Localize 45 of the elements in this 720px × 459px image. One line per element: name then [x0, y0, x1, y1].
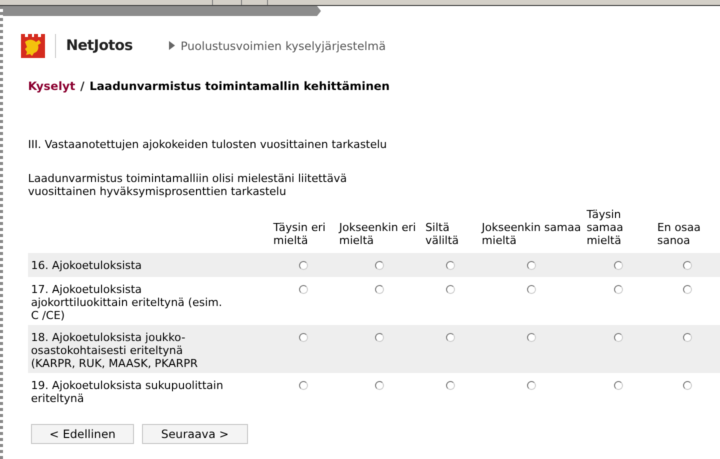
section-title: III. Vastaanotettujen ajokokeiden tulosten vuosittainen tarkastelu — [27, 138, 388, 151]
column-header: Jokseenkin samaa mieltä — [482, 221, 581, 247]
radio-button[interactable] — [374, 381, 384, 390]
breadcrumb-separator: / — [80, 79, 84, 93]
question-text: Laadunvarmistus toimintamalliin olisi mielestäni liitettävä vuosittainen hyväksymisprosenttien tarkastelu — [27, 172, 348, 198]
radio-button[interactable] — [298, 381, 308, 390]
column-header: Täysin samaa mieltä — [586, 208, 624, 247]
nav-button[interactable]: Seuraava > — [142, 424, 248, 444]
radio-button[interactable] — [446, 285, 456, 294]
radio-button[interactable] — [526, 285, 536, 294]
radio-button[interactable] — [526, 333, 536, 342]
column-header: En osaa sanoa — [657, 221, 701, 247]
column-header: Täysin eri mieltä — [273, 221, 326, 247]
radio-button[interactable] — [446, 333, 456, 342]
radio-button[interactable] — [614, 333, 624, 342]
breadcrumb-link[interactable]: Kyselyt — [28, 79, 76, 93]
radio-button[interactable] — [682, 381, 692, 390]
radio-button[interactable] — [614, 261, 624, 270]
statement-text: 18. Ajokoetuloksista joukko-osastokohtaisesti eriteltynä (KARPR, RUK, MAASK, PKARPR — [31, 331, 198, 370]
radio-button[interactable] — [298, 285, 308, 294]
radio-button[interactable] — [374, 333, 384, 342]
statement-text: 19. Ajokoetuloksista sukupuolittain eriteltynä — [31, 379, 224, 405]
radio-button[interactable] — [614, 381, 624, 390]
nav-button[interactable]: < Edellinen — [31, 424, 134, 444]
radio-button[interactable] — [374, 285, 384, 294]
radio-button[interactable] — [298, 261, 308, 270]
radio-button[interactable] — [682, 333, 692, 342]
statement-text: 17. Ajokoetuloksista ajokorttiluokittain eriteltynä (esim. C /CE) — [31, 283, 222, 322]
column-header: Jokseenkin eri mieltä — [339, 221, 416, 247]
lion-emblem-icon — [20, 34, 46, 58]
radio-button[interactable] — [682, 261, 692, 270]
radio-button[interactable] — [526, 381, 536, 390]
brand-name: NetJotos — [66, 38, 133, 54]
system-name: Puolustusvoimien kyselyjärjestelmä — [180, 38, 386, 52]
radio-button[interactable] — [614, 285, 624, 294]
radio-button[interactable] — [682, 285, 692, 294]
radio-button[interactable] — [446, 261, 456, 270]
triangle-icon — [168, 41, 175, 50]
page-title: Laadunvarmistus toimintamallin kehittäminen — [89, 79, 390, 93]
radio-button[interactable] — [446, 381, 456, 390]
column-header: Siltä väliltä — [425, 221, 459, 247]
radio-button[interactable] — [526, 261, 536, 270]
radio-button[interactable] — [298, 333, 308, 342]
statement-text: 16. Ajokoetuloksista — [31, 259, 142, 272]
radio-button[interactable] — [374, 261, 384, 270]
